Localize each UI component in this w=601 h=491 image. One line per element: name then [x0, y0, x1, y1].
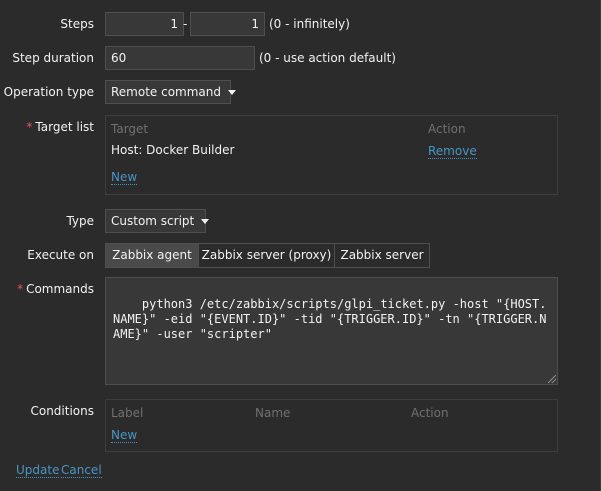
- update-link[interactable]: Update: [16, 463, 60, 478]
- action-column-header: Action: [428, 122, 466, 136]
- steps-from-input[interactable]: 1: [105, 12, 184, 36]
- commands-textarea[interactable]: python3 /etc/zabbix/scripts/glpi_ticket.…: [105, 277, 558, 385]
- cancel-link[interactable]: Cancel: [61, 463, 102, 478]
- target-list-label: * Target list: [26, 120, 94, 134]
- remove-target-link[interactable]: Remove: [428, 144, 477, 159]
- target-list-table: Target Action Host: Docker Builder Remov…: [105, 115, 558, 195]
- steps-hint: (0 - infinitely): [269, 17, 350, 31]
- condition-action-column-header: Action: [411, 406, 449, 420]
- required-marker: *: [17, 282, 24, 296]
- type-value: Custom script: [111, 214, 195, 228]
- chevron-down-icon: [201, 219, 210, 224]
- execute-on-zabbix-server[interactable]: Zabbix server: [334, 243, 430, 268]
- commands-text: python3 /etc/zabbix/scripts/glpi_ticket.…: [113, 297, 547, 341]
- execute-on-label: Execute on: [27, 248, 94, 262]
- execute-on-zabbix-server-proxy[interactable]: Zabbix server (proxy): [198, 243, 335, 268]
- operation-type-select[interactable]: Remote command: [105, 80, 237, 104]
- conditions-label: Conditions: [30, 404, 94, 418]
- new-target-link[interactable]: New: [111, 170, 138, 185]
- chevron-down-icon: [228, 90, 237, 95]
- step-duration-input[interactable]: 60: [105, 46, 255, 70]
- operation-type-value: Remote command: [111, 85, 222, 99]
- resize-grip-icon[interactable]: [548, 375, 556, 383]
- type-select[interactable]: Custom script: [105, 209, 210, 233]
- commands-label-text: Commands: [26, 282, 94, 296]
- target-list-label-text: Target list: [35, 120, 94, 134]
- conditions-table: Label Name Action New: [105, 399, 558, 452]
- required-marker: *: [26, 120, 33, 134]
- new-condition-link[interactable]: New: [111, 428, 138, 443]
- execute-on-zabbix-agent[interactable]: Zabbix agent: [105, 243, 199, 268]
- steps-to-input[interactable]: 1: [190, 12, 265, 36]
- operation-details-form: Steps 1 - 1 (0 - infinitely) Step durati…: [0, 0, 601, 491]
- commands-label: * Commands: [17, 282, 94, 296]
- target-row-host: Host: Docker Builder: [111, 143, 235, 157]
- target-column-header: Target: [111, 122, 149, 136]
- name-column-header: Name: [255, 406, 291, 420]
- step-duration-hint: (0 - use action default): [259, 51, 396, 65]
- type-label: Type: [66, 214, 94, 228]
- steps-label: Steps: [60, 17, 94, 31]
- label-column-header: Label: [111, 406, 144, 420]
- steps-separator: -: [183, 17, 188, 31]
- step-duration-label: Step duration: [12, 51, 94, 65]
- operation-type-label: Operation type: [3, 85, 94, 99]
